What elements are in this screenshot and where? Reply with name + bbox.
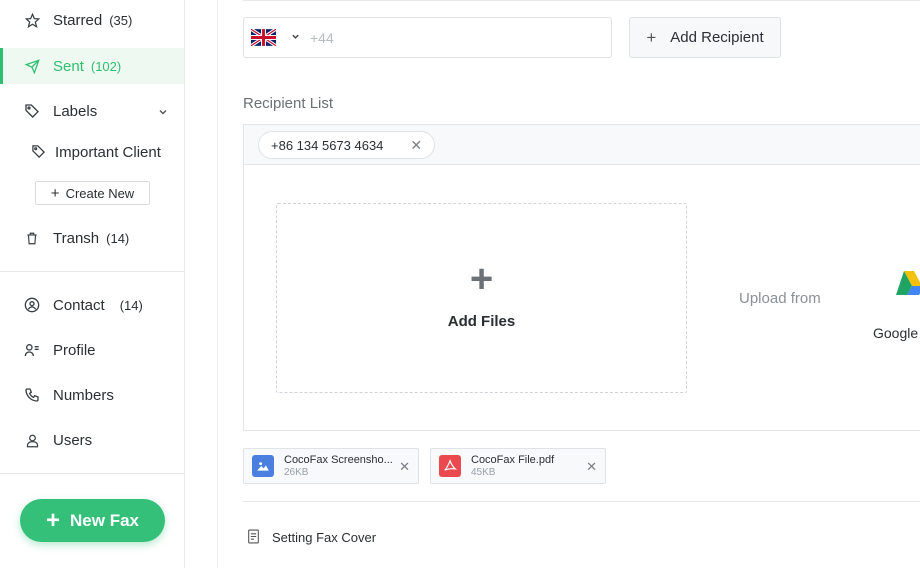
star-icon: [24, 12, 40, 28]
sidebar-item-label: Users: [53, 431, 93, 449]
sidebar-item-count: (14): [119, 297, 143, 313]
sidebar-item-count: (35): [109, 12, 133, 28]
plus-icon: +: [46, 506, 61, 534]
plus-icon: +: [469, 256, 494, 301]
google-drive-icon[interactable]: [894, 268, 920, 302]
setting-fax-cover-link[interactable]: Setting Fax Cover: [247, 529, 376, 545]
plus-icon: +: [646, 27, 657, 47]
create-new-label: Create New: [65, 185, 135, 201]
user-icon: [24, 432, 40, 448]
label-important-client[interactable]: Important Client: [31, 141, 161, 163]
add-files-dropzone[interactable]: + Add Files: [276, 203, 687, 393]
tag-icon: [31, 144, 47, 160]
sidebar-item-label: Starred: [53, 11, 103, 29]
sidebar-item-sent[interactable]: Sent (102): [0, 48, 184, 84]
close-icon[interactable]: ✕: [399, 459, 410, 475]
file-name: CocoFax Screensho...: [284, 453, 393, 466]
attached-file[interactable]: CocoFax File.pdf 45KB ✕: [430, 448, 606, 484]
sidebar-item-starred[interactable]: Starred (35): [0, 2, 184, 38]
recipient-panel: +86 134 5673 4634 ✕ + Add Files Upload f…: [243, 124, 920, 431]
sidebar: Starred (35) Sent (102) Labels Important…: [0, 0, 185, 568]
chevron-down-icon[interactable]: [291, 32, 300, 44]
file-info: CocoFax Screensho... 26KB: [284, 454, 393, 479]
file-size: 45KB: [471, 466, 496, 478]
main-divider: [217, 0, 218, 568]
sidebar-item-users[interactable]: Users: [0, 422, 184, 458]
file-size: 26KB: [284, 466, 309, 478]
upload-from-label: Upload from: [739, 290, 821, 307]
create-new-label-button[interactable]: + Create New: [35, 181, 150, 205]
new-fax-label: New Fax: [70, 510, 139, 530]
bottom-divider: [243, 501, 920, 502]
recipient-chip[interactable]: +86 134 5673 4634 ✕: [258, 131, 436, 159]
sidebar-item-label: Labels: [53, 102, 98, 120]
phone-prefix[interactable]: +44: [310, 30, 334, 46]
pdf-file-icon: [439, 455, 461, 477]
new-fax-button[interactable]: + New Fax: [20, 499, 165, 542]
recipient-list-title: Recipient List: [243, 95, 334, 112]
sidebar-divider: [0, 271, 184, 272]
image-file-icon: [252, 455, 274, 477]
recipient-number: +86 134 5673 4634: [271, 137, 384, 153]
document-icon: [247, 529, 261, 545]
trash-icon: [24, 230, 40, 246]
sidebar-item-count: (102): [90, 58, 122, 74]
sidebar-item-profile[interactable]: Profile: [0, 332, 184, 368]
sidebar-item-label: Numbers: [53, 386, 114, 404]
recipient-chip-bar: +86 134 5673 4634 ✕: [244, 125, 920, 165]
close-icon[interactable]: ✕: [410, 137, 422, 154]
sidebar-item-label: Profile: [53, 341, 96, 359]
google-drive-label[interactable]: Google: [873, 325, 918, 341]
add-recipient-label: Add Recipient: [670, 29, 764, 46]
uk-flag-icon[interactable]: [250, 27, 277, 48]
phone-icon: [24, 387, 40, 403]
close-icon[interactable]: ✕: [586, 459, 597, 475]
add-recipient-button[interactable]: + Add Recipient: [629, 17, 781, 58]
sidebar-item-label: Transh: [53, 229, 100, 247]
send-icon: [24, 58, 40, 74]
tag-icon: [24, 103, 40, 119]
sidebar-divider: [0, 473, 184, 474]
plus-icon: +: [50, 184, 60, 202]
sidebar-item-count: (14): [106, 230, 130, 246]
sidebar-item-contact[interactable]: Contact (14): [0, 287, 184, 323]
fax-number-input[interactable]: +44: [243, 17, 612, 58]
profile-icon: [24, 342, 40, 358]
top-divider: [243, 0, 920, 1]
contact-icon: [24, 297, 40, 313]
sidebar-item-labels[interactable]: Labels: [0, 93, 184, 129]
add-files-label: Add Files: [447, 312, 516, 330]
fax-cover-label: Setting Fax Cover: [272, 529, 377, 545]
sidebar-item-numbers[interactable]: Numbers: [0, 377, 184, 413]
file-info: CocoFax File.pdf 45KB: [471, 454, 554, 479]
label-name: Important Client: [55, 143, 161, 161]
sidebar-item-label: Contact: [53, 296, 105, 314]
file-name: CocoFax File.pdf: [471, 453, 555, 466]
sidebar-item-label: Sent: [53, 57, 84, 75]
sidebar-item-trash[interactable]: Transh (14): [0, 220, 184, 256]
chevron-down-icon[interactable]: [158, 104, 168, 121]
attached-file[interactable]: CocoFax Screensho... 26KB ✕: [243, 448, 419, 484]
